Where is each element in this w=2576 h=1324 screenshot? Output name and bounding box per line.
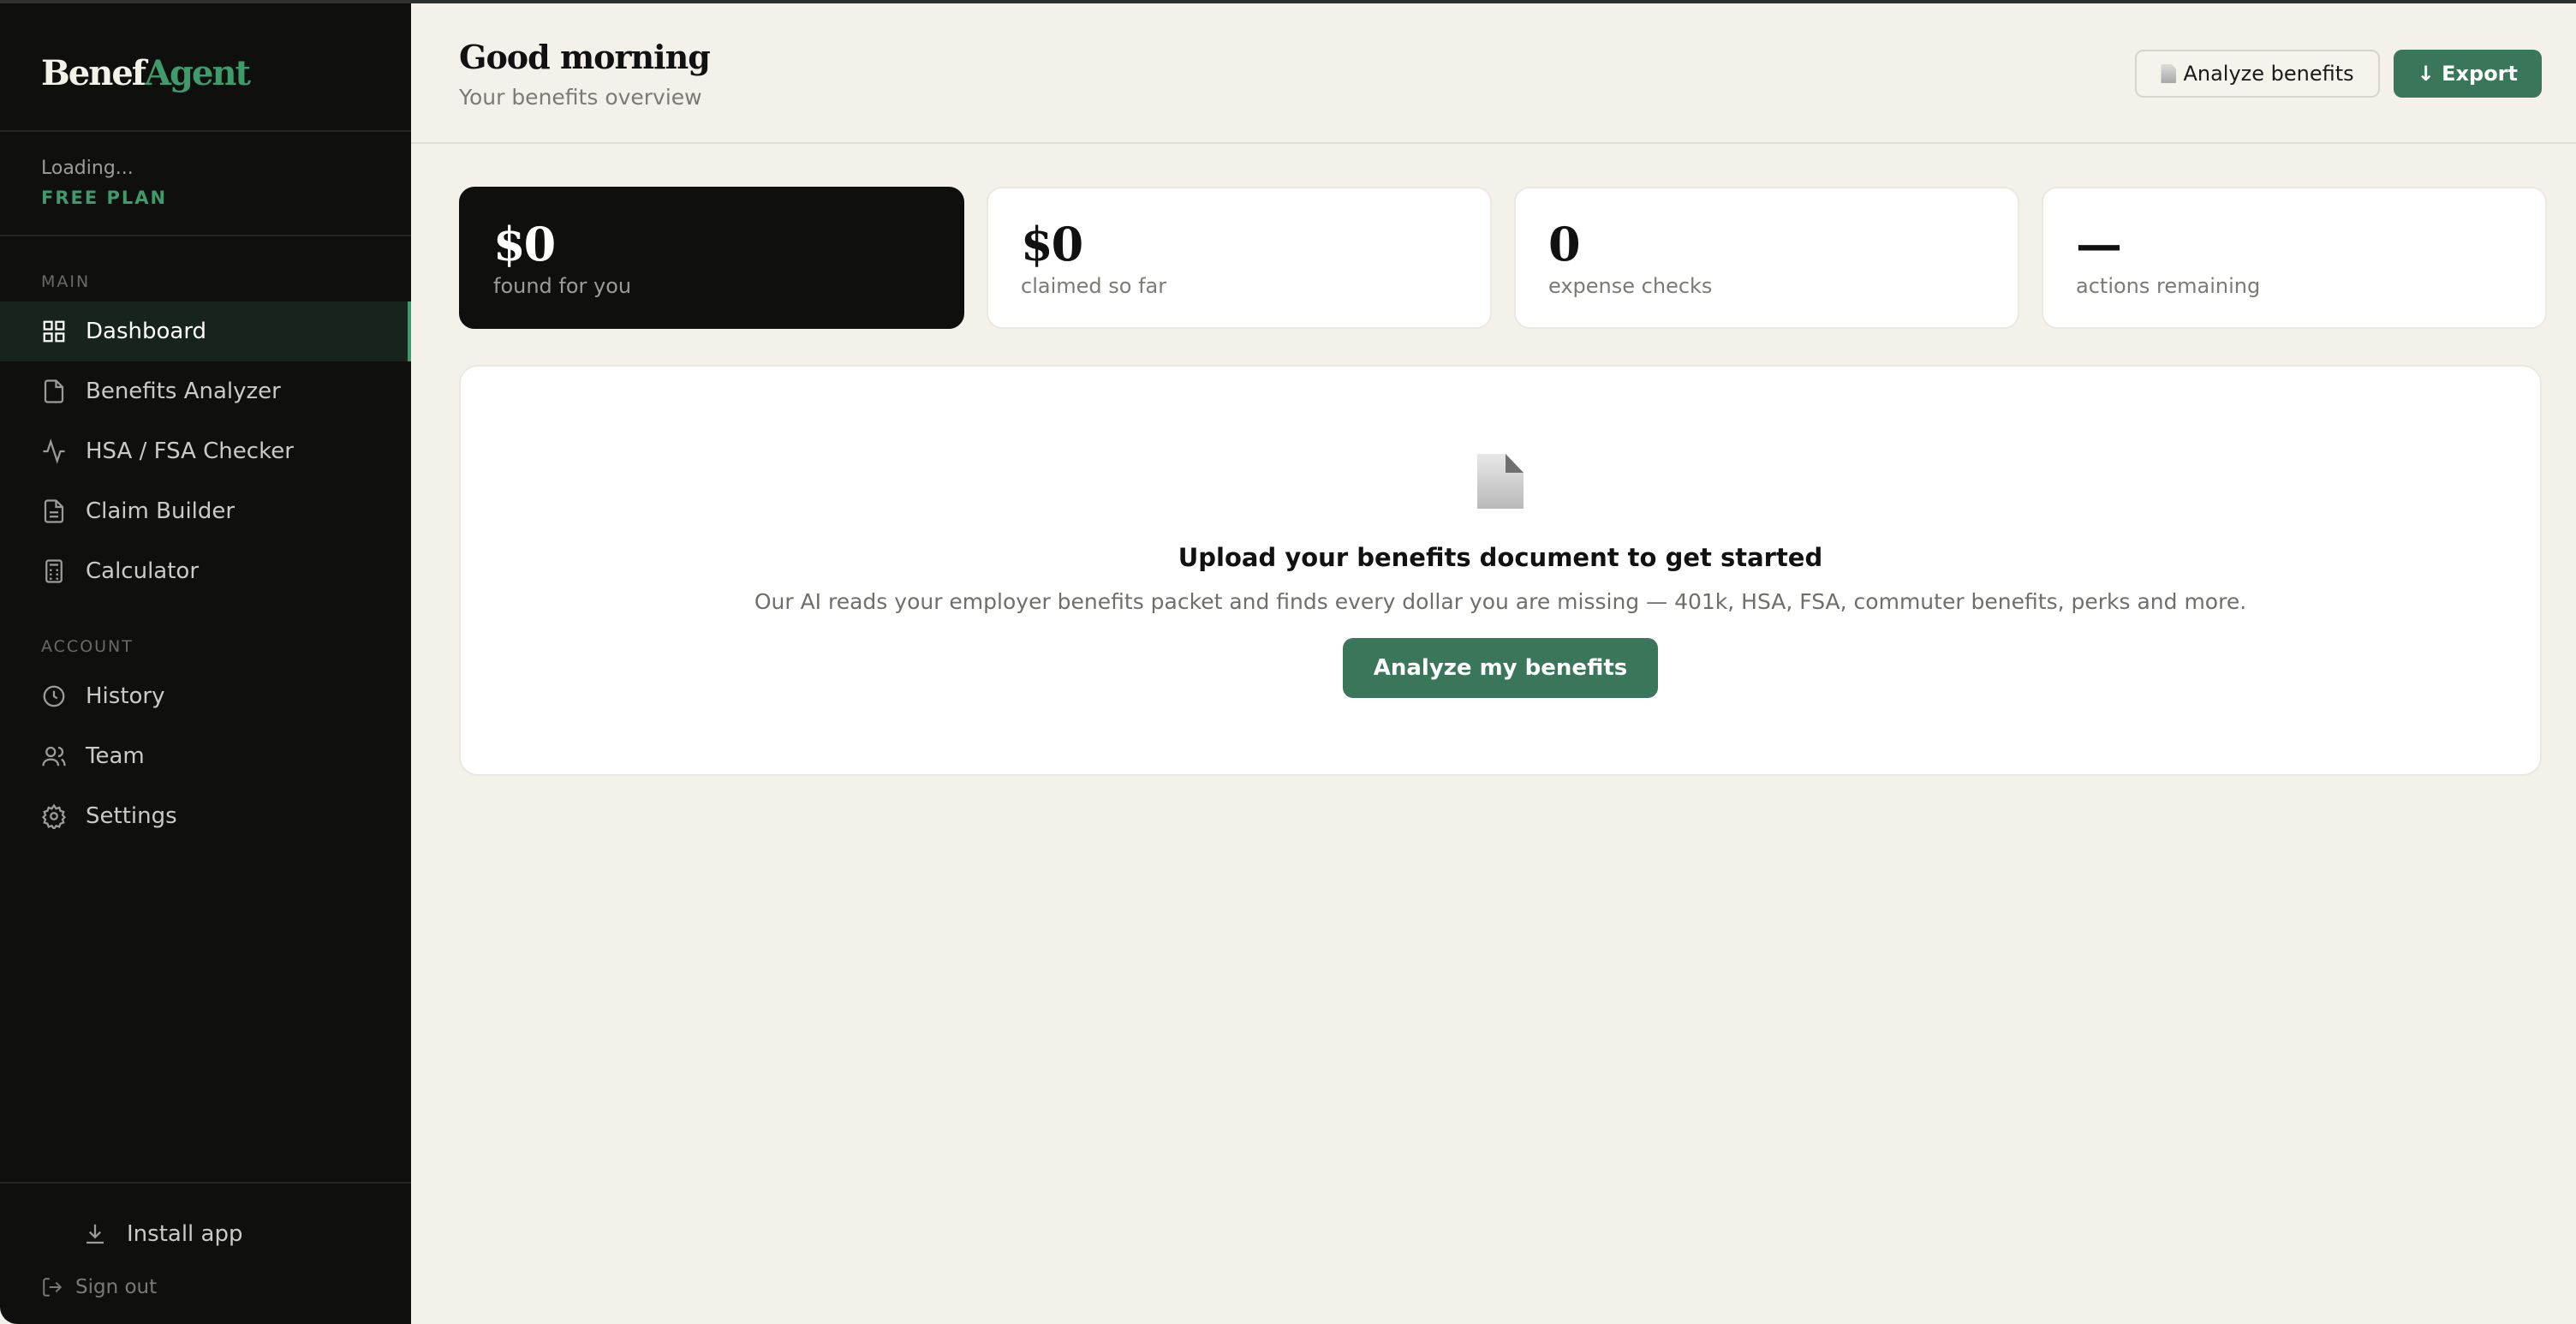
sidebar-item-calculator[interactable]: Calculator — [0, 541, 411, 601]
sidebar-item-hsa-fsa-checker[interactable]: HSA / FSA Checker — [0, 421, 411, 481]
export-button[interactable]: ↓ Export — [2393, 50, 2542, 98]
sidebar-item-settings[interactable]: Settings — [0, 786, 411, 846]
users-icon — [41, 743, 67, 769]
window-top-border — [0, 0, 2576, 3]
section-label-main: MAIN — [41, 272, 91, 291]
user-name: Loading... — [41, 158, 134, 179]
stat-label: expense checks — [1548, 274, 1713, 298]
install-app-label: Install app — [127, 1221, 243, 1247]
stats-cards: $0 found for you $0 claimed so far 0 exp… — [459, 187, 2547, 329]
grid-icon — [41, 319, 67, 344]
sidebar-item-label: Calculator — [86, 558, 200, 584]
stat-card-found: $0 found for you — [459, 187, 964, 329]
stat-value: $0 — [493, 217, 556, 271]
gear-icon — [41, 803, 67, 829]
page-header: Good morning Your benefits overview Anal… — [411, 0, 2576, 144]
sidebar-footer: Install app Sign out — [0, 1182, 411, 1324]
calculator-icon — [41, 558, 67, 584]
sidebar-item-label: Team — [86, 743, 145, 769]
analyze-benefits-button[interactable]: Analyze benefits — [2135, 50, 2380, 98]
greeting: Good morning Your benefits overview — [459, 38, 711, 110]
account-nav: History Team Settings — [0, 666, 411, 846]
stat-value: $0 — [1021, 217, 1083, 271]
export-label: ↓ Export — [2417, 62, 2518, 86]
sign-out-button[interactable]: Sign out — [41, 1276, 157, 1298]
log-out-icon — [43, 1278, 63, 1297]
stat-value: — — [2076, 217, 2122, 271]
main-nav: Dashboard Benefits Analyzer HSA / FSA Ch… — [0, 301, 411, 601]
analyze-my-benefits-button[interactable]: Analyze my benefits — [1342, 638, 1659, 698]
sidebar-item-label: HSA / FSA Checker — [86, 438, 294, 464]
download-icon — [86, 1224, 104, 1244]
sidebar-item-dashboard[interactable]: Dashboard — [0, 301, 411, 361]
page-title: Good morning — [459, 38, 711, 76]
brand-name-part2: Agent — [145, 53, 251, 93]
empty-state-description: Our AI reads your employer benefits pack… — [754, 589, 2247, 614]
sidebar-item-team[interactable]: Team — [0, 726, 411, 786]
stat-card-actions-remaining: — actions remaining — [2042, 187, 2547, 329]
sidebar-item-claim-builder[interactable]: Claim Builder — [0, 481, 411, 541]
stat-value: 0 — [1548, 217, 1581, 271]
sidebar-item-benefits-analyzer[interactable]: Benefits Analyzer — [0, 361, 411, 421]
stat-card-expense-checks: 0 expense checks — [1514, 187, 2019, 329]
activity-icon — [41, 438, 67, 464]
install-app-button[interactable]: Install app — [82, 1221, 242, 1247]
sidebar-item-history[interactable]: History — [0, 666, 411, 726]
brand-name-part1: Benef — [41, 53, 146, 93]
plan-badge: FREE PLAN — [41, 188, 168, 208]
sign-out-label: Sign out — [75, 1276, 158, 1298]
empty-state-title: Upload your benefits document to get sta… — [1178, 543, 1823, 572]
empty-state-panel: Upload your benefits document to get sta… — [459, 365, 2542, 776]
stat-label: actions remaining — [2076, 274, 2261, 298]
page-subtitle: Your benefits overview — [459, 85, 702, 110]
app-shell: BenefAgent Loading... FREE PLAN MAIN Das… — [0, 0, 2576, 1324]
sidebar-item-label: Benefits Analyzer — [86, 379, 281, 404]
page-icon — [2161, 64, 2177, 83]
section-label-account: ACCOUNT — [41, 637, 134, 656]
stat-label: found for you — [493, 274, 632, 298]
main-content: Good morning Your benefits overview Anal… — [411, 0, 2576, 1324]
file-text-icon — [41, 498, 67, 524]
sidebar-item-label: Claim Builder — [86, 498, 236, 524]
clock-icon — [41, 683, 67, 709]
sidebar: BenefAgent Loading... FREE PLAN MAIN Das… — [0, 0, 411, 1324]
sidebar-item-label: History — [86, 683, 165, 709]
sidebar-item-label: Settings — [86, 803, 177, 829]
sidebar-item-label: Dashboard — [86, 319, 207, 344]
brand-logo[interactable]: BenefAgent — [0, 0, 411, 132]
user-panel: Loading... FREE PLAN — [0, 132, 411, 236]
stat-card-claimed: $0 claimed so far — [987, 187, 1492, 329]
analyze-benefits-label: Analyze benefits — [2183, 62, 2354, 86]
stat-label: claimed so far — [1021, 274, 1167, 298]
document-icon — [41, 379, 67, 404]
document-icon — [1477, 454, 1524, 509]
header-actions: Analyze benefits ↓ Export — [2135, 50, 2542, 98]
